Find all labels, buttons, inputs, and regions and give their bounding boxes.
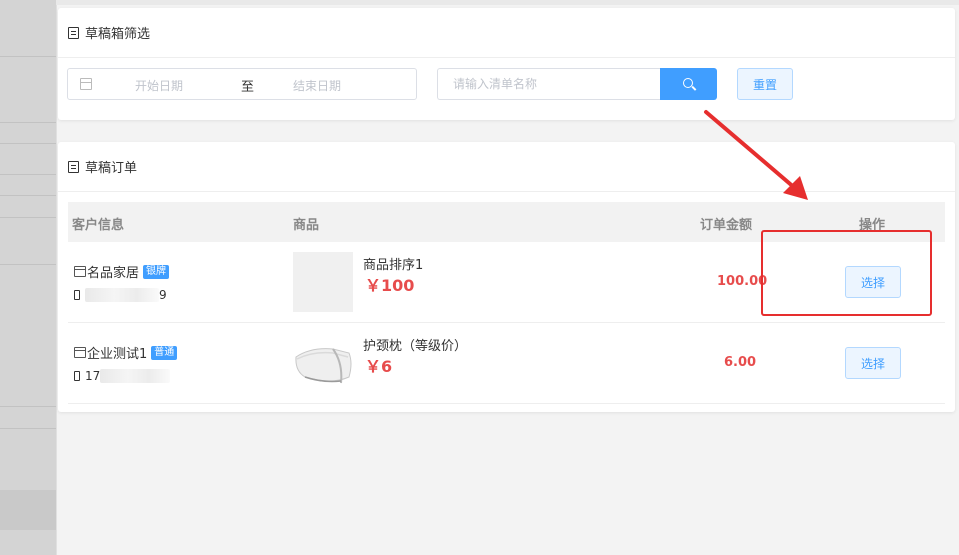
- select-button[interactable]: 选择: [845, 347, 901, 379]
- customer-name: 企业测试1 普通: [74, 343, 178, 362]
- background-page-sidebar: [0, 0, 56, 555]
- reset-button[interactable]: 重置: [737, 68, 793, 100]
- product-price: ￥6: [365, 357, 393, 376]
- customer-phone: 17: [74, 369, 171, 383]
- level-badge: 普通: [151, 345, 178, 360]
- date-start-input[interactable]: 开始日期: [135, 77, 183, 94]
- product-name: 护颈枕（等级价）: [363, 339, 468, 354]
- pillow-product-image: [295, 348, 352, 384]
- filter-panel-header: 草稿箱筛选: [58, 8, 955, 58]
- column-header-customer: 客户信息: [72, 218, 125, 233]
- store-icon: [74, 266, 86, 277]
- date-separator: 至: [241, 80, 255, 95]
- product-image-placeholder: [293, 252, 353, 312]
- date-range-picker[interactable]: 开始日期 至 结束日期: [67, 68, 417, 100]
- level-badge: 银牌: [143, 264, 170, 279]
- table-row: 企业测试1 普通 17 护颈枕（等级价） ￥6 6.00 选择: [68, 323, 945, 404]
- redacted-phone: [85, 288, 159, 302]
- annotation-highlight-box: [761, 230, 932, 316]
- order-amount: 6.00: [724, 355, 757, 370]
- column-header-amount: 订单金额: [700, 218, 753, 233]
- calendar-icon: [80, 78, 92, 90]
- column-header-product: 商品: [293, 218, 320, 233]
- orders-panel-header: 草稿订单: [58, 142, 955, 192]
- search-icon: [682, 78, 693, 88]
- phone-icon: [74, 290, 80, 300]
- search-button[interactable]: [660, 68, 717, 100]
- search-input[interactable]: 请输入清单名称: [437, 68, 661, 100]
- customer-name: 名品家居 银牌: [74, 262, 170, 281]
- product-price: ￥100: [365, 276, 415, 295]
- phone-icon: [74, 371, 80, 381]
- order-amount: 100.00: [717, 274, 768, 289]
- product-name: 商品排序1: [363, 258, 424, 273]
- document-icon: [68, 160, 79, 173]
- filter-panel: 草稿箱筛选 开始日期 至 结束日期 请输入清单名称 重置: [58, 8, 955, 120]
- filter-panel-title: 草稿箱筛选: [85, 27, 151, 42]
- document-icon: [68, 26, 79, 39]
- date-end-input[interactable]: 结束日期: [293, 77, 341, 94]
- store-icon: [74, 347, 86, 358]
- orders-panel-title: 草稿订单: [85, 161, 138, 176]
- customer-phone: 9: [74, 288, 167, 302]
- redacted-phone: [100, 369, 171, 383]
